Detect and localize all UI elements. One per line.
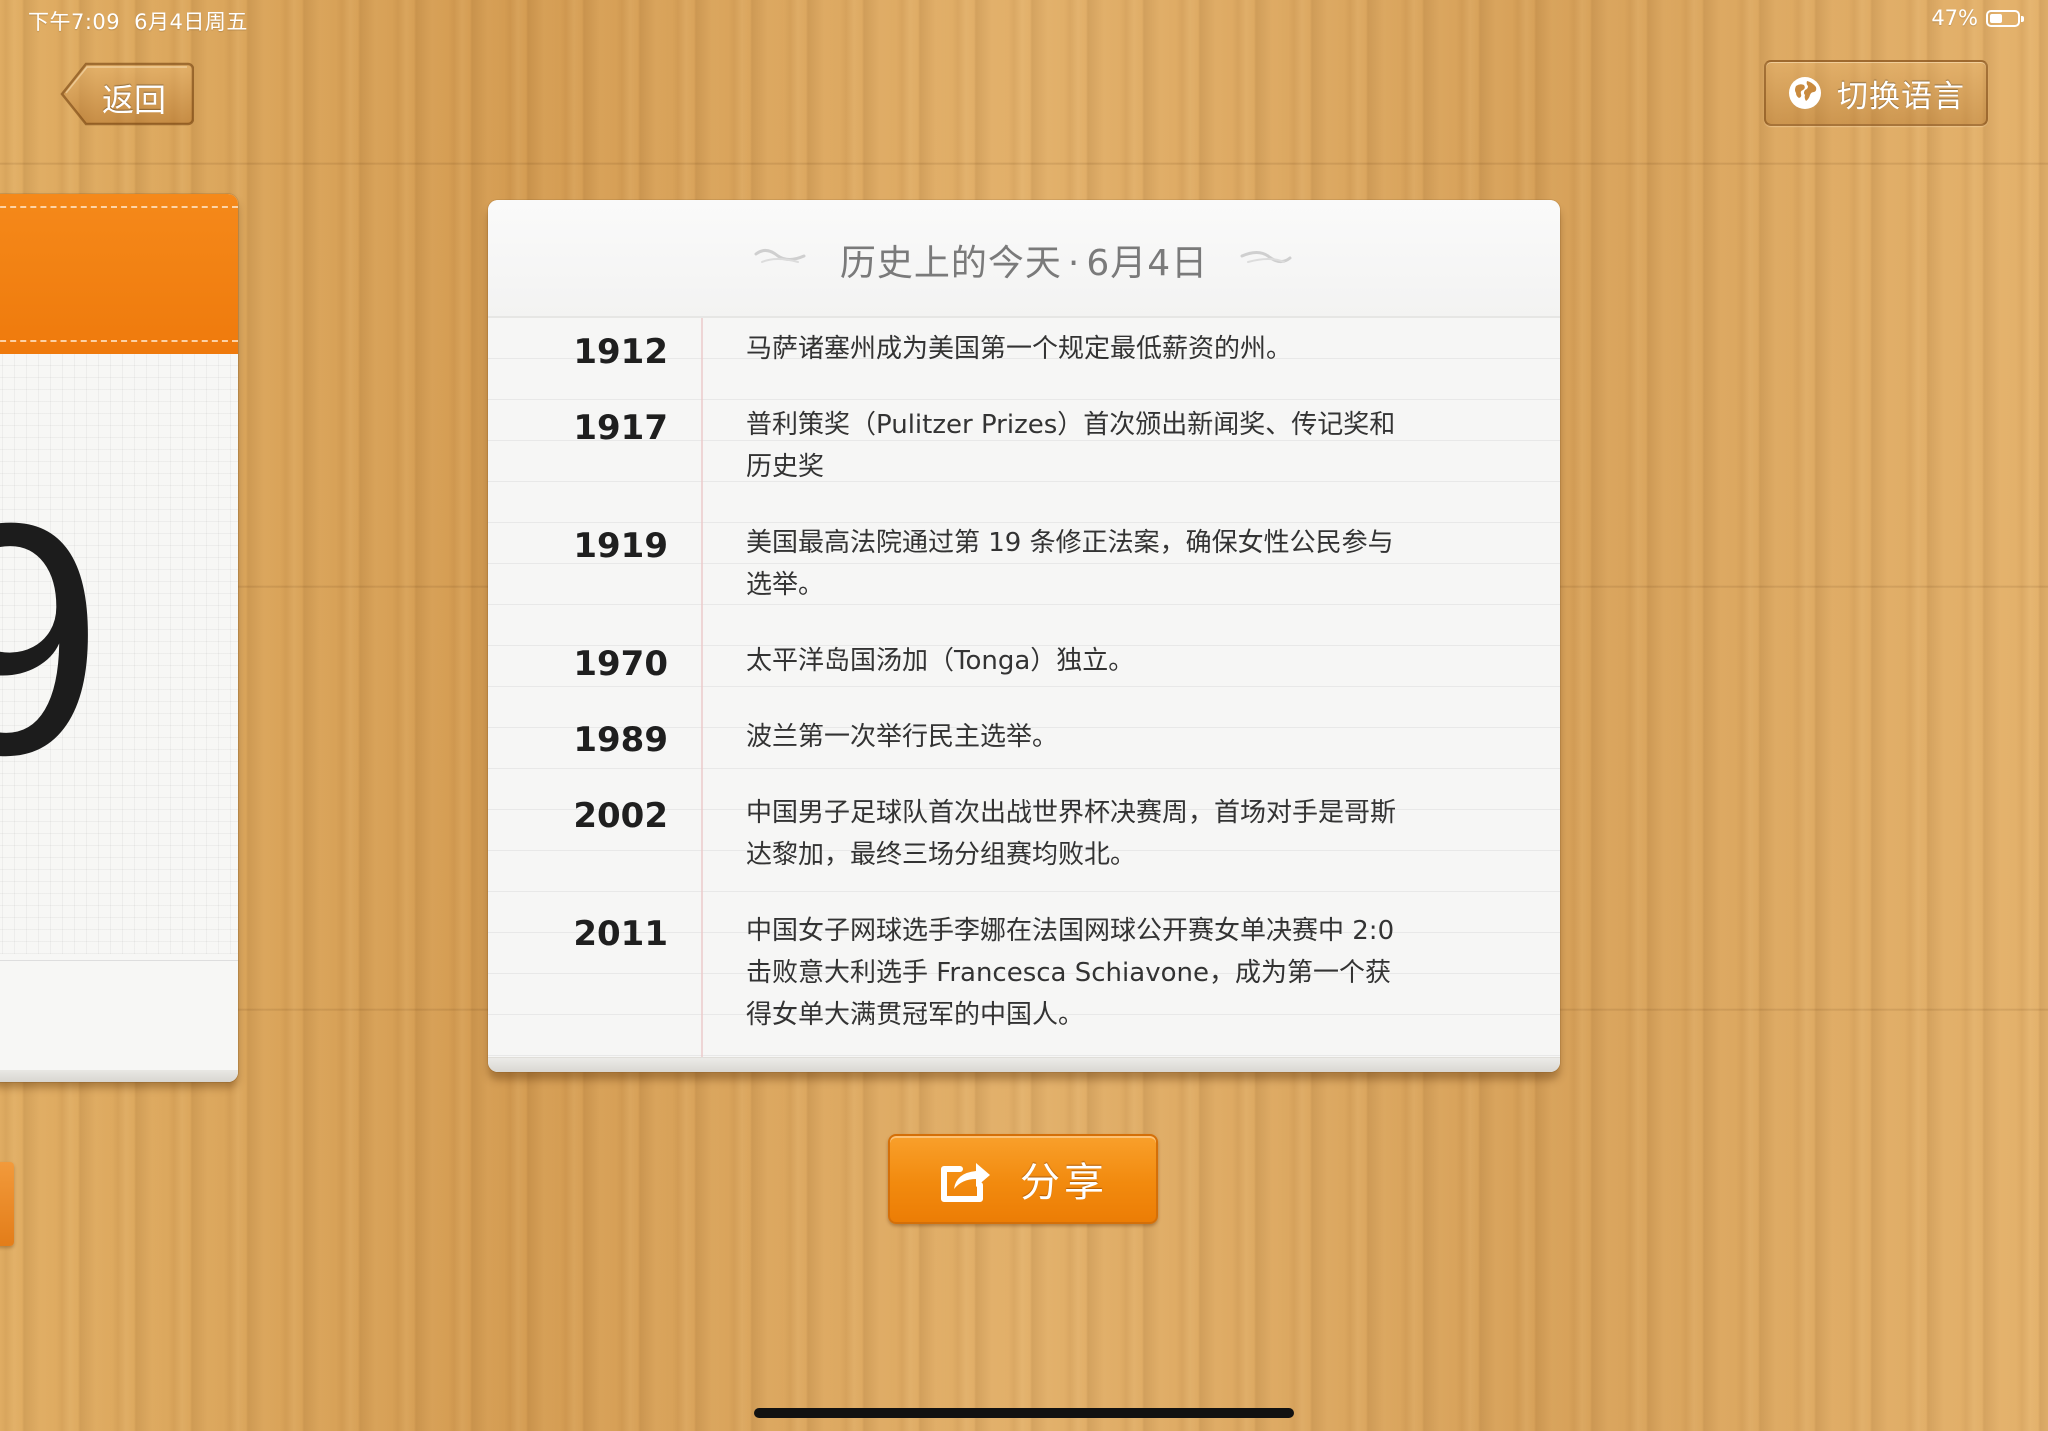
entry-year: 2011 [573,914,668,954]
entry-text: 中国男子足球队首次出战世界杯决赛周，首场对手是哥斯达黎加，最终三场分组赛均败北。 [746,798,1397,870]
battery-icon [1986,9,2024,27]
entry-year: 1917 [573,408,668,448]
history-entry: 2011 中国女子网球选手李娜在法国网球公开赛女单决赛中 2:0 击败意大利选手… [488,900,1560,1050]
switch-language-label: 切换语言 [1837,78,1965,115]
status-bar-left: 下午7:09 6月4日周五 [28,6,262,36]
entry-year: 2002 [573,796,668,836]
history-entry: 1917 普利策奖（Pulitzer Prizes）首次颁出新闻奖、传记奖和历史… [488,394,1560,512]
share-icon [941,1163,990,1202]
entry-text: 普利策奖（Pulitzer Prizes）首次颁出新闻奖、传记奖和历史奖 [746,410,1396,482]
entry-text: 美国最高法院通过第 19 条修正法案，确保女性公民参与选举。 [746,528,1394,600]
globe-icon [1789,77,1821,109]
stitch-line-bottom [0,340,238,342]
history-entry: 1912 马萨诸塞州成为美国第一个规定最低薪资的州。 [488,318,1560,394]
entry-year: 1912 [573,332,668,372]
entry-year: 1970 [573,644,668,684]
switch-language-button[interactable]: 切换语言 [1764,60,1988,126]
history-card: 历史上的今天 · 6月4日 1912 马萨诸塞州成为美国第一个规定最低薪资的州。 1… [488,200,1560,1072]
card-title-text: 历史上的今天 [839,243,1062,284]
left-edge-tab[interactable] [0,1162,14,1246]
calendar-divider [0,960,238,961]
calendar-day-number: 9 [0,454,104,823]
calendar-card[interactable]: 9 [0,194,238,1082]
history-entry: 1919 美国最高法院通过第 19 条修正法案，确保女性公民参与选举。 [488,512,1560,630]
calendar-header [0,194,238,354]
history-entry: 2002 中国男子足球队首次出战世界杯决赛周，首场对手是哥斯达黎加，最终三场分组… [488,782,1560,900]
entry-text: 太平洋岛国汤加（Tonga）独立。 [746,646,1135,676]
card-title: 历史上的今天 · 6月4日 [488,234,1560,286]
home-indicator [754,1408,1294,1418]
battery-fill [1990,13,2003,23]
share-button[interactable]: 分享 [888,1134,1158,1224]
entry-text: 波兰第一次举行民主选举。 [746,722,1059,752]
entry-year: 1989 [573,720,668,760]
card-title-date: 6月4日 [1086,243,1209,284]
card-title-separator: · [1067,243,1081,284]
history-entry: 1970 太平洋岛国汤加（Tonga）独立。 [488,630,1560,706]
status-bar-right: 47% [1931,6,2024,30]
entry-text: 中国女子网球选手李娜在法国网球公开赛女单决赛中 2:0 击败意大利选手 Fran… [746,916,1395,1030]
back-label: 返回 [102,81,167,119]
stitch-line-top [0,206,238,208]
flourish-right-icon [1240,251,1292,263]
entry-text: 马萨诸塞州成为美国第一个规定最低薪资的州。 [746,334,1293,364]
back-button[interactable]: 返回 [60,62,194,126]
history-entry: 1989 波兰第一次举行民主选举。 [488,706,1560,782]
battery-percent: 47% [1931,6,1978,30]
share-label: 分享 [1020,1160,1108,1206]
history-entries: 1912 马萨诸塞州成为美国第一个规定最低薪资的州。 1917 普利策奖（Pul… [488,318,1560,1050]
status-time: 下午7:09 [28,10,121,34]
status-date: 6月4日周五 [134,10,248,34]
entry-year: 1919 [573,526,668,566]
card-title-bar: 历史上的今天 · 6月4日 [488,200,1560,318]
